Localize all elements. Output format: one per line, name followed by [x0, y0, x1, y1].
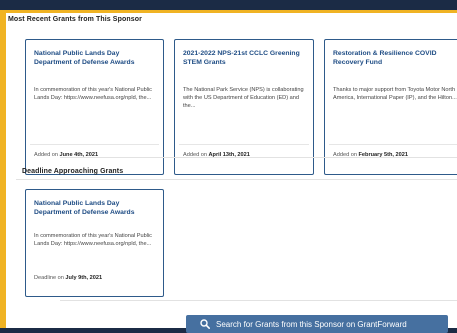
grant-title[interactable]: 2021-2022 NPS-21st CCLC Greening STEM Gr…	[183, 49, 303, 67]
search-button-label: Search for Grants from this Sponsor on G…	[216, 319, 407, 329]
grant-description: The National Park Service (NPS) is colla…	[183, 87, 304, 109]
grant-card[interactable]: National Public Lands Day Department of …	[25, 39, 164, 175]
date-prefix: Deadline on	[34, 275, 64, 281]
grant-description: In commemoration of this year's National…	[34, 233, 152, 247]
grant-description: In commemoration of this year's National…	[34, 87, 152, 101]
grant-deadline: Deadline on July 9th, 2021	[34, 275, 102, 281]
card-divider	[30, 144, 159, 145]
grant-description: Thanks to major support from Toyota Moto…	[333, 87, 457, 101]
section-divider	[16, 179, 457, 180]
grant-card[interactable]: National Public Lands Day Department of …	[25, 189, 164, 297]
date-prefix: Added on	[34, 152, 58, 158]
grant-title[interactable]: National Public Lands Day Department of …	[34, 49, 154, 67]
recent-grants-heading: Most Recent Grants from This Sponsor	[8, 16, 142, 23]
grant-title[interactable]: National Public Lands Day Department of …	[34, 199, 154, 217]
section-divider	[60, 300, 457, 301]
sponsor-grants-panel: Most Recent Grants from This Sponsor Nat…	[6, 13, 457, 328]
deadline-grants-heading: Deadline Approaching Grants	[22, 168, 124, 175]
card-divider	[329, 144, 457, 145]
search-grants-button[interactable]: Search for Grants from this Sponsor on G…	[186, 315, 448, 333]
grant-title[interactable]: Restoration & Resilience COVID Recovery …	[333, 49, 453, 67]
grant-card[interactable]: 2021-2022 NPS-21st CCLC Greening STEM Gr…	[174, 39, 314, 175]
card-divider	[179, 144, 309, 145]
date-value: July 9th, 2021	[65, 275, 103, 281]
grant-card[interactable]: Restoration & Resilience COVID Recovery …	[324, 39, 457, 175]
section-divider	[60, 157, 457, 158]
